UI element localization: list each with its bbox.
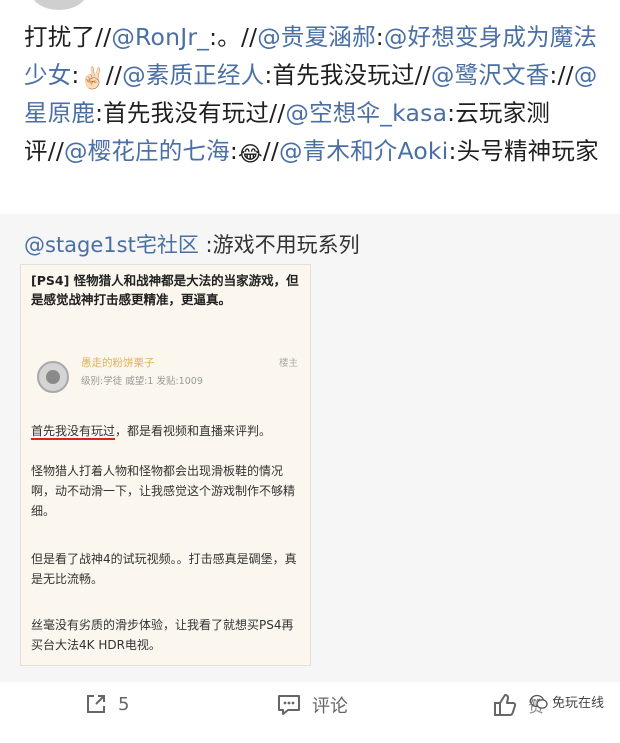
mention-link[interactable]: @贵夏涵郝: [257, 23, 376, 51]
repost-card[interactable]: @stage1st宅社区 :游戏不用玩系列 [PS4] 怪物猎人和战神都是大法的…: [0, 214, 620, 682]
image-thread-title: [PS4] 怪物猎人和战神都是大法的当家游戏，但是感觉战神打击感更精准，更逼真。: [31, 273, 299, 307]
post-text-segment: :: [375, 23, 384, 51]
post-text-segment: :头号精神玩家: [448, 137, 599, 165]
post-text-segment: //: [105, 61, 123, 89]
action-bar: 5 评论 赞: [0, 682, 620, 728]
thumbs-up-icon: [494, 694, 517, 716]
repost-count: 5: [118, 693, 130, 715]
image-paragraph: 怪物猎人打着人物和怪物都会出现滑板鞋的情况啊，动不动滑一下，让我感觉这个游戏制作…: [31, 464, 296, 518]
post-text-segment: :: [229, 137, 238, 165]
post-text-segment: 打扰了//: [24, 23, 112, 51]
mention-link[interactable]: @空想伞_kasa: [285, 99, 447, 127]
mention-link[interactable]: @素质正经人: [122, 61, 264, 89]
comment-button[interactable]: 评论: [276, 692, 348, 718]
repost-image[interactable]: [PS4] 怪物猎人和战神都是大法的当家游戏，但是感觉战神打击感更精准，更逼真。…: [20, 264, 311, 666]
post-text-segment: :: [71, 61, 80, 89]
watermark-text: 免玩在线: [551, 696, 604, 711]
image-user-avatar: [37, 361, 69, 393]
laughing-emoji-icon: 😂: [237, 142, 263, 166]
post-text-segment: //: [262, 137, 279, 165]
repost-button[interactable]: 5: [84, 692, 129, 716]
post-text-segment: ://: [549, 61, 574, 89]
repost-author-link[interactable]: @stage1st宅社区: [24, 233, 199, 257]
repost-header: @stage1st宅社区 :游戏不用玩系列: [24, 230, 360, 260]
watermark: 免玩在线: [529, 692, 604, 711]
image-underlined-phrase: 首先我没有玩过: [31, 424, 116, 438]
post-text-segment: :。//: [209, 23, 258, 51]
image-paragraph-text: ，都是看视频和直播来评判。: [115, 424, 272, 438]
comment-label: 评论: [312, 696, 348, 717]
post-text-segment: :首先我没玩过//: [264, 61, 431, 89]
mention-link[interactable]: @鹭沢文香: [431, 61, 550, 89]
post-text: 打扰了//@RonJr_:。//@贵夏涵郝:@好想变身成为魔法少女:✌🏻//@素…: [24, 18, 604, 170]
avatar[interactable]: [30, 0, 88, 10]
repost-text: :游戏不用玩系列: [198, 233, 360, 257]
mention-link[interactable]: @青木和介Aoki: [279, 137, 448, 165]
image-user-meta: 级别:学徒 威望:1 发贴:1009: [81, 376, 203, 387]
image-paragraph: 丝毫没有劣质的滑步体验，让我看了就想买PS4再买台大法4K HDR电视。: [31, 618, 294, 652]
wechat-icon: [529, 694, 548, 709]
share-icon: [87, 695, 105, 713]
image-floor-label: 楼主: [278, 358, 298, 369]
post-text-segment: :首先我没有玩过//: [95, 99, 286, 127]
image-paragraph: 但是看了战神4的试玩视频。。打击感真是碉堡，真是无比流畅。: [31, 552, 297, 586]
top-strip: [0, 0, 620, 14]
mention-link[interactable]: @樱花庄的七海: [64, 137, 230, 165]
comment-icon: [278, 695, 300, 715]
image-username: 愚走的粉饼栗子: [81, 357, 155, 369]
image-paragraph: 首先我没有玩过，都是看视频和直播来评判。: [31, 421, 305, 441]
mention-link[interactable]: @RonJr_: [111, 23, 209, 51]
victory-hand-emoji-icon: ✌🏻: [79, 66, 106, 90]
